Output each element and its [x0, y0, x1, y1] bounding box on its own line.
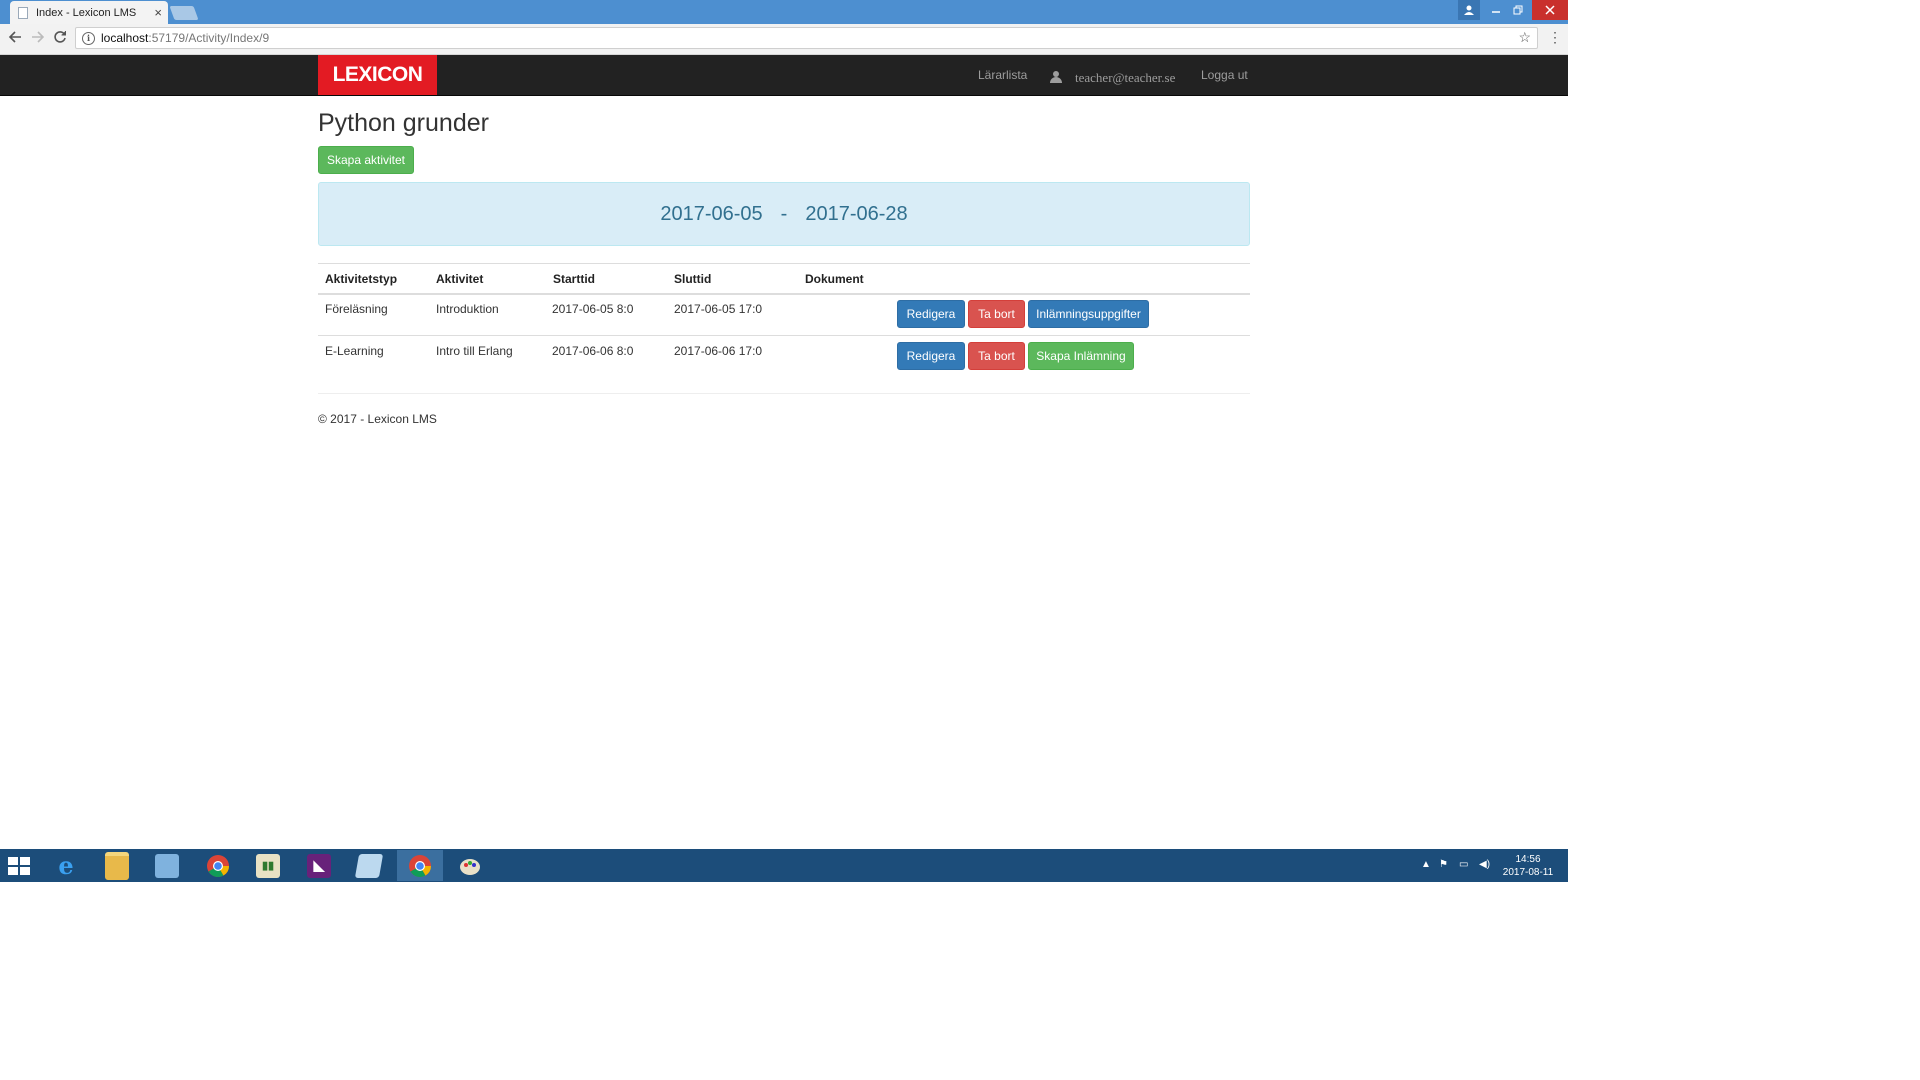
page-favicon-icon: [18, 6, 28, 19]
header-end-time: Sluttid: [674, 272, 712, 286]
cell-activity: Introduktion: [436, 302, 499, 316]
cell-end-time: 2017-06-06 17:0: [674, 344, 763, 358]
user-profile-icon[interactable]: [1458, 0, 1480, 20]
address-bar[interactable]: i localhost :57179/Activity/Index/9 ☆: [75, 27, 1538, 49]
header-document: Dokument: [805, 272, 864, 286]
table-top-border: [318, 263, 1250, 264]
url-host: localhost: [101, 31, 149, 45]
clock-date: 2017-08-11: [1502, 867, 1554, 878]
end-date: 2017-06-28: [805, 202, 908, 225]
info-icon[interactable]: i: [82, 31, 95, 45]
assignments-button[interactable]: Inlämningsuppgifter: [1028, 300, 1149, 328]
cell-activity-type: Föreläsning: [325, 302, 388, 316]
start-date: 2017-06-05: [660, 202, 763, 225]
delete-button[interactable]: Ta bort: [968, 342, 1025, 370]
action-center-flag-icon[interactable]: ⚑: [1439, 859, 1448, 870]
browser-tab[interactable]: Index - Lexicon LMS ×: [10, 1, 168, 24]
office-app-icon[interactable]: [144, 850, 190, 881]
back-arrow-icon[interactable]: [8, 30, 22, 48]
spreadsheet-app-icon[interactable]: ▮▮: [245, 850, 291, 881]
chrome-active-icon[interactable]: [397, 850, 443, 881]
restore-icon[interactable]: [1506, 0, 1530, 20]
nav-lararlista-link[interactable]: Lärarlista: [978, 68, 1027, 82]
tab-title: Index - Lexicon LMS: [36, 6, 137, 19]
notepad-icon[interactable]: [346, 850, 392, 881]
page-title: Python grunder: [318, 109, 489, 137]
table-header-border: [318, 293, 1250, 295]
edit-button[interactable]: Redigera: [897, 300, 965, 328]
header-activity: Aktivitet: [436, 272, 484, 286]
cell-start-time: 2017-06-06 8:0: [552, 344, 634, 358]
nav-user[interactable]: teacher@teacher.se: [1050, 67, 1175, 86]
date-separator: -: [780, 202, 788, 225]
browser-menu-icon[interactable]: ⋮: [1548, 29, 1562, 46]
volume-icon[interactable]: ◀): [1479, 859, 1490, 870]
footer-copyright: © 2017 - Lexicon LMS: [318, 412, 437, 426]
chrome-icon[interactable]: [195, 850, 241, 881]
bookmark-star-icon[interactable]: ☆: [1518, 29, 1531, 46]
user-email: teacher@teacher.se: [1075, 70, 1176, 85]
create-activity-button[interactable]: Skapa aktivitet: [318, 146, 414, 174]
url-path: :57179/Activity/Index/9: [148, 31, 270, 45]
internet-explorer-icon[interactable]: e: [43, 850, 89, 881]
header-start-time: Starttid: [553, 272, 595, 286]
clock-time: 14:56: [1515, 854, 1541, 865]
visual-studio-icon[interactable]: ◣: [296, 850, 342, 881]
cell-activity: Intro till Erlang: [436, 344, 513, 358]
nav-logout-link[interactable]: Logga ut: [1201, 68, 1248, 82]
edit-button[interactable]: Redigera: [897, 342, 965, 370]
cell-start-time: 2017-06-05 8:0: [552, 302, 634, 316]
cell-activity-type: E-Learning: [325, 344, 384, 358]
windows-taskbar: e ▮▮ ◣ ▲ ⚑ ▭ ◀) 14:56 2017-08-11: [0, 849, 1568, 882]
paint-icon[interactable]: [447, 850, 493, 881]
windows-start-icon[interactable]: [8, 857, 30, 875]
row-divider: [318, 335, 1250, 336]
date-range-banner: 2017-06-05 - 2017-06-28: [318, 182, 1250, 246]
site-navbar: LEXICON Lärarlista teacher@teacher.se Lo…: [0, 55, 1568, 96]
network-icon[interactable]: ▭: [1459, 859, 1468, 870]
new-tab-button[interactable]: [169, 6, 199, 20]
minimize-icon[interactable]: [1484, 0, 1508, 20]
create-submission-button[interactable]: Skapa Inlämning: [1028, 342, 1134, 370]
show-hidden-icons[interactable]: ▲: [1421, 859, 1431, 870]
header-activity-type: Aktivitetstyp: [325, 272, 398, 286]
file-explorer-icon[interactable]: [94, 850, 140, 881]
user-icon: [1050, 70, 1062, 83]
delete-button[interactable]: Ta bort: [968, 300, 1025, 328]
reload-icon[interactable]: [53, 30, 67, 48]
browser-titlebar: Index - Lexicon LMS ×: [0, 0, 1568, 24]
system-clock[interactable]: 14:56 2017-08-11: [1498, 853, 1558, 879]
forward-arrow-icon[interactable]: [31, 30, 45, 48]
cell-end-time: 2017-06-05 17:0: [674, 302, 763, 316]
tab-close-icon[interactable]: ×: [154, 6, 162, 19]
window-close-icon[interactable]: [1532, 0, 1568, 20]
browser-toolbar: i localhost :57179/Activity/Index/9 ☆ ⋮: [0, 24, 1568, 55]
lexicon-logo[interactable]: LEXICON: [318, 55, 437, 95]
footer-divider: [318, 393, 1250, 394]
